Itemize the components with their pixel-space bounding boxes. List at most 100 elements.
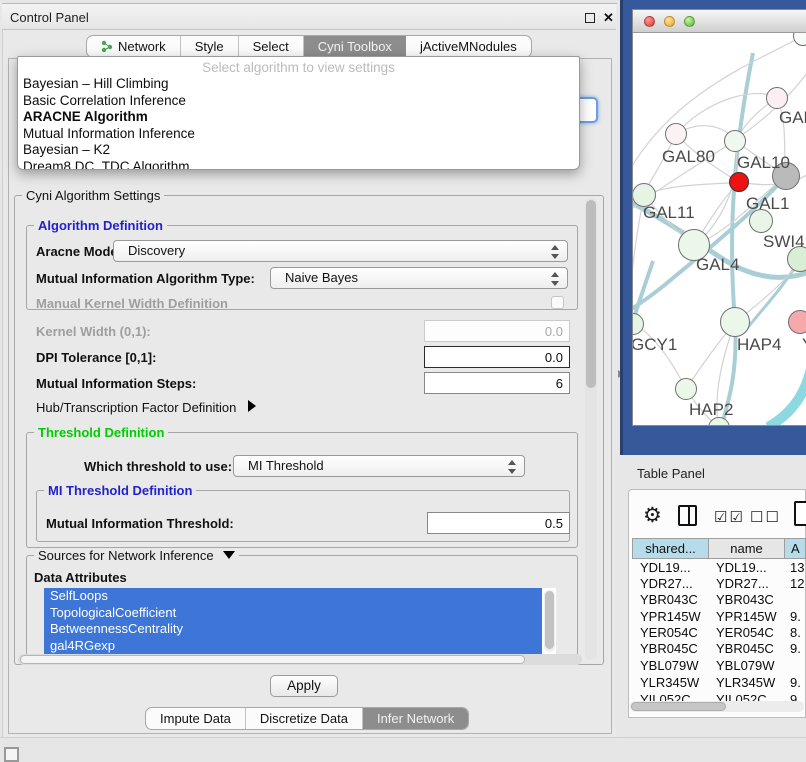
network-node-hap2[interactable] <box>675 378 697 400</box>
kernel-width-input[interactable]: 0.0 <box>424 320 570 342</box>
cell-value: 13 <box>790 560 804 575</box>
tab-infer-network[interactable]: Infer Network <box>363 708 468 729</box>
network-node-pink[interactable] <box>788 310 806 334</box>
cell-value: 9. <box>790 675 801 690</box>
scrollbar-thumb[interactable] <box>20 655 525 664</box>
tab-jactivemnodules-label: jActiveMNodules <box>420 39 517 54</box>
close-panel-icon[interactable]: ✕ <box>603 10 614 26</box>
node-label: SWI4 <box>763 232 805 252</box>
mac-zoom-button[interactable] <box>684 16 695 27</box>
tab-discretize-data[interactable]: Discretize Data <box>246 708 363 729</box>
hub-definition-label: Hub/Transcription Factor Definition <box>36 400 236 415</box>
minimized-panel-icon[interactable] <box>4 747 19 762</box>
gear-icon[interactable]: ⚙ <box>643 503 662 528</box>
cell-value: 12 <box>790 576 804 591</box>
cell-value: 9. <box>790 609 801 624</box>
combo-stepper-icon <box>551 244 560 260</box>
apply-button[interactable]: Apply <box>270 675 338 697</box>
cell-value: 8. <box>790 625 801 640</box>
column-header-partial[interactable]: A <box>784 538 806 559</box>
algorithm-option[interactable]: Bayesian – K2 <box>18 142 579 159</box>
tab-impute-data[interactable]: Impute Data <box>146 708 246 729</box>
cell-shared: YBR045C <box>640 641 698 656</box>
float-panel-icon[interactable] <box>585 13 595 23</box>
scrollbar-thumb[interactable] <box>631 702 726 711</box>
dpi-tolerance-label: DPI Tolerance [0,1]: <box>36 350 156 365</box>
mi-steps-label: Mutual Information Steps: <box>36 376 196 391</box>
mi-threshold-group-title: MI Threshold Definition <box>44 483 196 498</box>
export-table-icon[interactable] <box>794 501 806 526</box>
algorithm-option[interactable]: Dream8 DC_TDC Algorithm <box>18 159 579 171</box>
network-node-hap4[interactable] <box>720 307 750 337</box>
network-node-gal80[interactable] <box>665 123 687 145</box>
tab-network[interactable]: Network <box>87 36 181 57</box>
mi-threshold-input[interactable]: 0.5 <box>427 512 570 534</box>
cell-shared: YDL19... <box>640 560 691 575</box>
tab-select[interactable]: Select <box>239 36 304 57</box>
tab-cyni-toolbox[interactable]: Cyni Toolbox <box>304 36 406 57</box>
cell-name: YER054C <box>716 625 774 640</box>
cell-name: YIL052C <box>716 692 767 701</box>
mi-steps-input[interactable]: 6 <box>424 372 570 394</box>
node-label: GAL11 <box>643 203 695 223</box>
cell-name: YLR345W <box>716 675 775 690</box>
algorithm-option[interactable]: Basic Correlation Inference <box>18 93 579 110</box>
mac-close-button[interactable] <box>644 16 655 27</box>
aracne-mode-label: Aracne Mode: <box>36 244 122 259</box>
tab-jactivemnodules[interactable]: jActiveMNodules <box>406 36 531 57</box>
algorithm-option[interactable]: Mutual Information Inference <box>18 126 579 143</box>
table-horizontal-scrollbar[interactable] <box>630 701 804 712</box>
attribute-item[interactable]: SelfLoops <box>44 588 542 605</box>
control-panel-tabs: Network Style Select Cyni Toolbox jActiv… <box>86 35 532 58</box>
cell-name: YBR045C <box>716 641 774 656</box>
sources-group-title[interactable]: Sources for Network Inference <box>34 548 239 563</box>
cell-shared: YBR043C <box>640 592 698 607</box>
attribute-item[interactable]: TopologicalCoefficient <box>44 605 542 622</box>
scrollbar-thumb[interactable] <box>545 591 554 649</box>
network-node[interactable] <box>766 87 788 109</box>
tab-network-label: Network <box>118 39 166 54</box>
mi-algorithm-type-combo[interactable]: Naive Bayes <box>270 267 568 289</box>
tab-select-label: Select <box>253 39 289 54</box>
data-attributes-list: SelfLoops TopologicalCoefficient Between… <box>44 588 556 654</box>
table-rows: YDL19... YDL19... 13 YDR27... YDR27... 1… <box>628 559 806 701</box>
algorithm-option[interactable]: Bayesian – Hill Climbing <box>18 76 579 93</box>
manual-kernel-checkbox[interactable] <box>551 296 564 309</box>
column-header-shared-name[interactable]: shared... <box>632 538 709 559</box>
node-label: Y <box>802 335 806 355</box>
network-node-gal10[interactable] <box>724 130 746 152</box>
node-label: GAL4 <box>696 255 739 275</box>
network-canvas[interactable]: GAL GAL80 GAL10 GAL1 GAL11 SWI4 GAL4 GCY… <box>633 33 806 426</box>
select-all-checkboxes-icon[interactable]: ☑☑ <box>714 508 745 526</box>
hub-definition-toggle[interactable]: Hub/Transcription Factor Definition <box>36 400 256 415</box>
cell-name: YBL079W <box>716 658 775 673</box>
tab-discretize-data-label: Discretize Data <box>260 711 348 726</box>
tab-style[interactable]: Style <box>181 36 239 57</box>
attributes-scrollbar[interactable] <box>544 590 555 652</box>
control-panel-titlebar <box>2 4 616 30</box>
aracne-mode-combo[interactable]: Discovery <box>113 240 568 262</box>
cell-value: 9. <box>790 692 801 701</box>
network-node-gal1[interactable] <box>729 172 749 192</box>
deselect-all-checkboxes-icon[interactable]: ☐☐ <box>750 508 781 526</box>
settings-vertical-scrollbar[interactable] <box>585 198 597 660</box>
column-header-name[interactable]: name <box>708 538 785 559</box>
node-label: GAL10 <box>737 153 790 173</box>
cell-value: 9. <box>790 641 801 656</box>
cell-shared: YBL079W <box>640 658 699 673</box>
node-label: GAL <box>779 108 806 128</box>
dpi-tolerance-input[interactable]: 0.0 <box>424 346 570 368</box>
mi-algorithm-type-value: Naive Bayes <box>285 270 358 285</box>
kernel-width-label: Kernel Width (0,1): <box>36 324 151 339</box>
network-view-window: GAL GAL80 GAL10 GAL1 GAL11 SWI4 GAL4 GCY… <box>632 9 806 426</box>
scrollbar-thumb[interactable] <box>586 200 596 388</box>
attribute-item[interactable]: BetweennessCentrality <box>44 621 542 638</box>
columns-icon[interactable] <box>678 505 697 526</box>
mac-minimize-button[interactable] <box>664 16 675 27</box>
settings-horizontal-scrollbar[interactable] <box>18 654 582 665</box>
attribute-item[interactable]: gal4RGexp <box>44 638 542 655</box>
which-threshold-combo[interactable]: MI Threshold <box>233 455 525 477</box>
algorithm-option-selected[interactable]: ARACNE Algorithm <box>18 109 579 126</box>
algorithm-dropdown-placeholder: Select algorithm to view settings <box>18 57 579 76</box>
algorithm-definition-title: Algorithm Definition <box>34 218 167 233</box>
